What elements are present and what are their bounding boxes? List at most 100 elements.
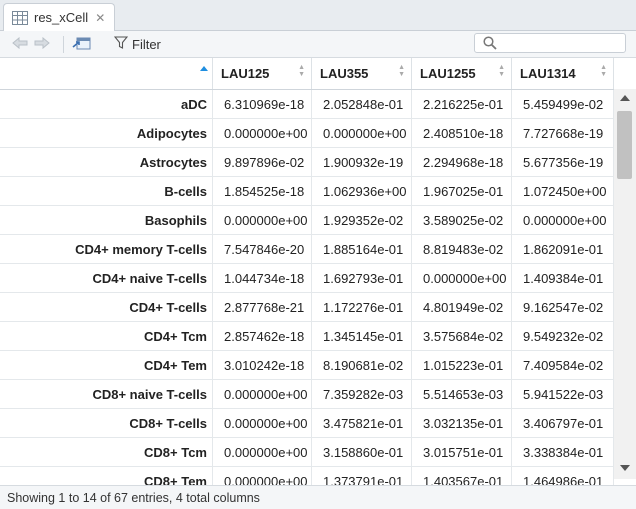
table-row[interactable]: CD8+ Tem 0.000000e+00 1.373791e-01 1.403567… [0, 467, 614, 485]
row-name-cell: CD4+ Tem [0, 351, 213, 379]
table-cell: 0.000000e+00 [412, 264, 512, 292]
table-row[interactable]: CD4+ memory T-cells 7.547846e-20 1.885164e… [0, 235, 614, 264]
row-name-cell: Adipocytes [0, 119, 213, 147]
close-icon[interactable]: ✕ [95, 11, 105, 25]
table-row[interactable]: Adipocytes 0.000000e+00 0.000000e+00 2.4085… [0, 119, 614, 148]
table-icon [12, 10, 28, 25]
table-cell: 9.162547e-02 [512, 293, 614, 321]
table-cell: 5.459499e-02 [512, 90, 614, 118]
table-cell: 1.015223e-01 [412, 351, 512, 379]
scroll-down-arrow-icon[interactable] [620, 465, 630, 471]
table-cell: 1.172276e-01 [312, 293, 412, 321]
table-row[interactable]: CD4+ Tem 3.010242e-18 8.190681e-02 1.015223… [0, 351, 614, 380]
table-cell: 0.000000e+00 [312, 119, 412, 147]
table-cell: 2.877768e-21 [213, 293, 312, 321]
table-cell: 0.000000e+00 [213, 119, 312, 147]
tab-res-xcell[interactable]: res_xCell ✕ [3, 3, 115, 31]
header-rownames[interactable] [0, 58, 213, 89]
search-input[interactable] [501, 35, 625, 53]
table-cell: 1.044734e-18 [213, 264, 312, 292]
show-in-window-button[interactable] [71, 35, 93, 53]
vertical-scrollbar[interactable] [614, 89, 636, 479]
table-cell: 0.000000e+00 [213, 206, 312, 234]
popout-icon [72, 35, 92, 54]
table-cell: 2.294968e-18 [412, 148, 512, 176]
table-cell: 5.941522e-03 [512, 380, 614, 408]
table-cell: 2.857462e-18 [213, 322, 312, 350]
table-cell: 1.929352e-02 [312, 206, 412, 234]
data-grid: LAU125 ▲ ▼ LAU355 ▲ ▼ LAU1255 ▲ ▼ LAU1314 ▲ ▼ aDC 6.… [0, 58, 614, 485]
row-name-cell: CD4+ Tcm [0, 322, 213, 350]
arrow-left-icon [11, 36, 29, 53]
toolbar-separator [63, 36, 64, 53]
sort-icon: ▲ ▼ [298, 64, 305, 78]
table-cell: 0.000000e+00 [213, 467, 312, 485]
header-lau125[interactable]: LAU125 ▲ ▼ [213, 58, 312, 89]
table-cell: 5.677356e-19 [512, 148, 614, 176]
table-row[interactable]: CD4+ Tcm 2.857462e-18 1.345145e-01 3.575684… [0, 322, 614, 351]
row-name-cell: CD8+ T-cells [0, 409, 213, 437]
sort-ascending-icon [200, 66, 208, 71]
table-cell: 1.373791e-01 [312, 467, 412, 485]
header-lau1314[interactable]: LAU1314 ▲ ▼ [512, 58, 614, 89]
table-row[interactable]: Astrocytes 9.897896e-02 1.900932e-19 2.2949… [0, 148, 614, 177]
table-row[interactable]: CD8+ naive T-cells 0.000000e+00 7.359282e-… [0, 380, 614, 409]
toolbar: Filter [0, 31, 636, 58]
table-cell: 7.359282e-03 [312, 380, 412, 408]
column-header-label: LAU355 [320, 66, 369, 81]
tab-bar: res_xCell ✕ [0, 0, 636, 31]
row-name-cell: CD4+ naive T-cells [0, 264, 213, 292]
table-cell: 6.310969e-18 [213, 90, 312, 118]
row-name-cell: CD4+ T-cells [0, 293, 213, 321]
table-cell: 1.885164e-01 [312, 235, 412, 263]
scrollbar-thumb[interactable] [617, 111, 632, 179]
table-cell: 2.052848e-01 [312, 90, 412, 118]
header-lau1255[interactable]: LAU1255 ▲ ▼ [412, 58, 512, 89]
entries-summary: Showing 1 to 14 of 67 entries, 4 total c… [7, 490, 260, 505]
search-box[interactable] [474, 33, 626, 53]
filter-label: Filter [132, 36, 161, 52]
back-button[interactable] [10, 35, 30, 53]
filter-button[interactable]: Filter [113, 35, 174, 53]
table-cell: 0.000000e+00 [213, 380, 312, 408]
table-cell: 9.549232e-02 [512, 322, 614, 350]
row-name-cell: CD8+ Tem [0, 467, 213, 485]
table-row[interactable]: CD4+ naive T-cells 1.044734e-18 1.692793e-… [0, 264, 614, 293]
table-row[interactable]: B-cells 1.854525e-18 1.062936e+00 1.967025e… [0, 177, 614, 206]
table-cell: 5.514653e-03 [412, 380, 512, 408]
table-cell: 0.000000e+00 [213, 438, 312, 466]
row-name-cell: Basophils [0, 206, 213, 234]
table-cell: 1.062936e+00 [312, 177, 412, 205]
table-row[interactable]: CD8+ T-cells 0.000000e+00 3.475821e-01 3.03… [0, 409, 614, 438]
table-cell: 1.854525e-18 [213, 177, 312, 205]
tab-label: res_xCell [34, 10, 89, 25]
table-row[interactable]: aDC 6.310969e-18 2.052848e-01 2.216225e-01 5… [0, 90, 614, 119]
table-cell: 0.000000e+00 [512, 206, 614, 234]
table-row[interactable]: Basophils 0.000000e+00 1.929352e-02 3.58902… [0, 206, 614, 235]
funnel-icon [113, 36, 129, 52]
header-lau355[interactable]: LAU355 ▲ ▼ [312, 58, 412, 89]
table-cell: 3.015751e-01 [412, 438, 512, 466]
table-cell: 8.190681e-02 [312, 351, 412, 379]
table-cell: 4.801949e-02 [412, 293, 512, 321]
table-cell: 1.409384e-01 [512, 264, 614, 292]
column-header-label: LAU1314 [520, 66, 576, 81]
table-cell: 8.819483e-02 [412, 235, 512, 263]
table-row[interactable]: CD4+ T-cells 2.877768e-21 1.172276e-01 4.80… [0, 293, 614, 322]
table-row[interactable]: CD8+ Tcm 0.000000e+00 3.158860e-01 3.015751… [0, 438, 614, 467]
scroll-up-arrow-icon[interactable] [620, 95, 630, 101]
column-header-label: LAU1255 [420, 66, 476, 81]
table-cell: 3.158860e-01 [312, 438, 412, 466]
table-header: LAU125 ▲ ▼ LAU355 ▲ ▼ LAU1255 ▲ ▼ LAU1314 ▲ ▼ [0, 58, 614, 90]
table-cell: 1.900932e-19 [312, 148, 412, 176]
table-cell: 7.547846e-20 [213, 235, 312, 263]
forward-button[interactable] [32, 35, 52, 53]
row-name-cell: Astrocytes [0, 148, 213, 176]
table-cell: 3.589025e-02 [412, 206, 512, 234]
arrow-right-icon [33, 36, 51, 53]
sort-icon: ▲ ▼ [498, 64, 505, 78]
status-bar: Showing 1 to 14 of 67 entries, 4 total c… [0, 485, 636, 509]
table-cell: 1.967025e-01 [412, 177, 512, 205]
row-name-cell: CD4+ memory T-cells [0, 235, 213, 263]
table-cell: 9.897896e-02 [213, 148, 312, 176]
